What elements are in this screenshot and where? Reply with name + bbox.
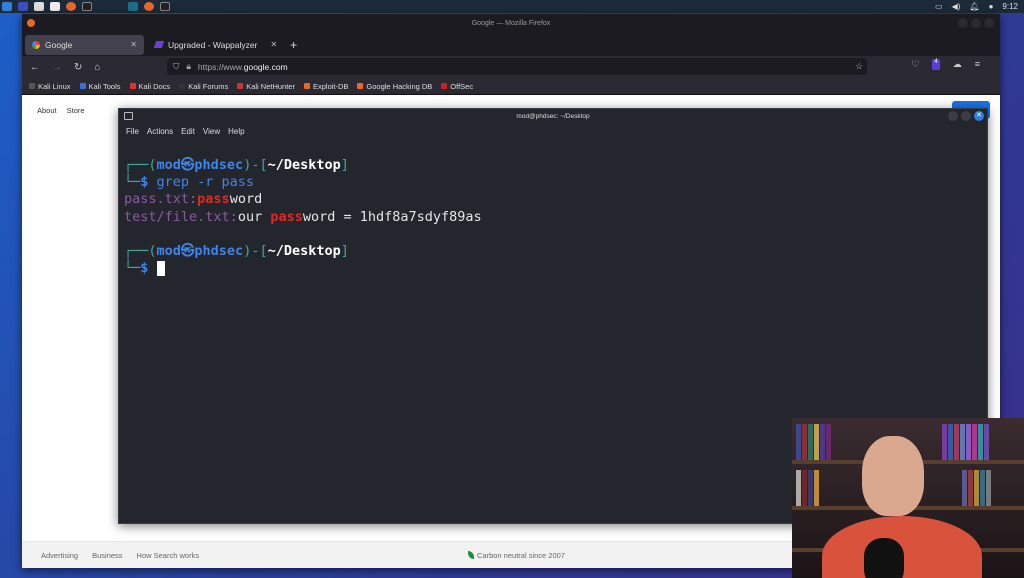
webcam-overlay: [792, 418, 1024, 578]
wappalyzer-extension-icon[interactable]: 4: [932, 59, 940, 70]
bookmark-kali-tools[interactable]: Kali Tools: [79, 82, 121, 91]
url-text: https://www.google.com: [197, 61, 288, 72]
bookmark-offsec[interactable]: OffSec: [441, 82, 473, 91]
minimize-button[interactable]: [958, 18, 968, 28]
firefox-window-icon[interactable]: [144, 2, 154, 11]
cursor: [156, 260, 165, 276]
extension-icon[interactable]: ☁: [953, 59, 962, 70]
how-search-works-link[interactable]: How Search works: [137, 551, 200, 560]
terminal-titlebar: mod@phdsec: ~/Desktop ✕: [119, 109, 987, 123]
pocket-icon[interactable]: ♡: [911, 59, 919, 70]
terminal-menu: File Actions Edit View Help: [119, 123, 987, 139]
menu-edit[interactable]: Edit: [181, 127, 195, 136]
system-tray: ▭ ◀) 🔔︎ ● 9:12: [935, 0, 1018, 13]
tab-label: Google: [45, 39, 73, 50]
person-head: [862, 436, 924, 516]
bookmark-kali-docs[interactable]: Kali Docs: [129, 82, 170, 91]
carbon-neutral-link[interactable]: Carbon neutral since 2007: [468, 551, 565, 560]
menu-view[interactable]: View: [203, 127, 220, 136]
kali-menu-icon[interactable]: [2, 2, 12, 11]
desktop-icon[interactable]: [18, 2, 28, 11]
business-link[interactable]: Business: [92, 551, 122, 560]
bell-icon[interactable]: 🔔︎: [969, 2, 979, 11]
bookmark-icon: [79, 83, 86, 89]
command-line: └─$ grep -r pass: [124, 174, 255, 191]
bookmark-kali-forums[interactable]: Kali Forums: [179, 82, 228, 91]
close-tab-icon[interactable]: ✕: [270, 40, 277, 49]
bookmark-icon: [179, 83, 186, 89]
window-title: Google — Mozilla Firefox: [471, 20, 551, 27]
leaf-icon: [468, 551, 474, 559]
microphone: [864, 538, 904, 578]
close-button[interactable]: ✕: [974, 111, 984, 121]
bookmark-kali-nethunter[interactable]: Kali NetHunter: [237, 82, 295, 91]
bookmark-icon: [29, 83, 35, 89]
display-icon[interactable]: ▭: [935, 2, 943, 11]
terminal-output[interactable]: ┌──(mod㉿phdsec)-[~/Desktop] └─$ grep -r p…: [124, 157, 482, 277]
carbon-text: Carbon neutral since 2007: [477, 550, 565, 560]
bookmark-icon: [237, 83, 244, 89]
advertising-link[interactable]: Advertising: [41, 551, 78, 560]
tab-google[interactable]: Google ✕: [25, 34, 144, 55]
terminal-title: mod@phdsec: ~/Desktop: [516, 112, 590, 120]
maximize-button[interactable]: [961, 111, 971, 121]
terminal-icon[interactable]: [82, 2, 92, 11]
tab-wappalyzer[interactable]: Upgraded - Wappalyzer ✕: [148, 35, 284, 55]
clock[interactable]: 9:12: [1002, 2, 1018, 11]
close-tab-icon[interactable]: ✕: [130, 40, 137, 49]
terminal-window-icon[interactable]: [160, 2, 170, 11]
menu-actions[interactable]: Actions: [147, 127, 173, 136]
firefox-icon[interactable]: [66, 2, 76, 11]
result-line: pass.txt:password: [124, 191, 263, 208]
back-button[interactable]: ←: [30, 62, 40, 73]
menu-file[interactable]: File: [126, 127, 139, 136]
window-titlebar: Google — Mozilla Firefox: [22, 14, 1000, 33]
bookmark-kali-linux[interactable]: Kali Linux: [29, 82, 71, 91]
wappalyzer-favicon-icon: [153, 41, 165, 48]
taskbar: ▭ ◀) 🔔︎ ● 9:12: [0, 0, 1024, 13]
app-icon[interactable]: [128, 2, 138, 11]
menu-icon[interactable]: ≡: [975, 59, 980, 70]
menu-help[interactable]: Help: [228, 127, 244, 136]
bookmark-star-icon[interactable]: ☆: [855, 61, 863, 72]
extension-badge: 4: [934, 59, 938, 65]
terminal-icon: [124, 112, 133, 120]
google-top-links: About Store: [37, 106, 85, 115]
files-icon[interactable]: [34, 2, 44, 11]
tab-label: Upgraded - Wappalyzer: [168, 39, 258, 50]
url-bar[interactable]: ⛉ 🔒︎ https://www.google.com ☆: [167, 58, 867, 75]
tab-bar: Google ✕ Upgraded - Wappalyzer ✕ +: [22, 33, 1000, 56]
bookmark-icon: [129, 83, 136, 89]
minimize-button[interactable]: [948, 111, 958, 121]
close-button[interactable]: [984, 18, 994, 28]
prompt-line: ┌──(mod㉿phdsec)-[~/Desktop]: [124, 243, 349, 260]
power-icon[interactable]: ●: [989, 2, 994, 11]
bookmarks-toolbar: Kali Linux Kali Tools Kali Docs Kali For…: [22, 78, 1000, 95]
input-line[interactable]: └─$: [124, 260, 482, 277]
text-editor-icon[interactable]: [50, 2, 60, 11]
bookmark-exploit-db[interactable]: Exploit-DB: [303, 82, 348, 91]
bookmark-icon: [303, 83, 310, 89]
google-favicon-icon: [32, 40, 40, 49]
bookmark-icon: [357, 83, 364, 89]
shield-icon[interactable]: ⛉: [173, 61, 179, 72]
firefox-icon: [27, 19, 35, 27]
bookmark-icon: [441, 83, 448, 89]
store-link[interactable]: Store: [67, 106, 85, 115]
reload-button[interactable]: ↻: [74, 62, 82, 73]
maximize-button[interactable]: [971, 18, 981, 28]
lock-icon[interactable]: 🔒︎: [186, 61, 191, 72]
about-link[interactable]: About: [37, 106, 57, 115]
prompt-line: ┌──(mod㉿phdsec)-[~/Desktop]: [124, 157, 349, 173]
volume-icon[interactable]: ◀): [952, 2, 961, 11]
result-line: test/file.txt:our password = 1hdf8a7sdyf…: [124, 208, 482, 225]
forward-button[interactable]: →: [52, 62, 62, 73]
home-button[interactable]: ⌂: [94, 62, 100, 73]
new-tab-button[interactable]: +: [290, 38, 297, 52]
bookmark-google-hacking-db[interactable]: Google Hacking DB: [357, 82, 432, 91]
